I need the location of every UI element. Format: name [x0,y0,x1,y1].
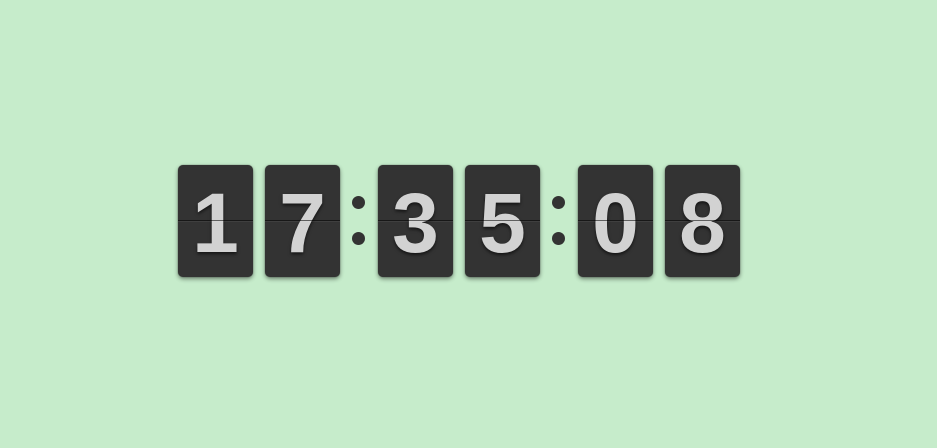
minute-tens-card: 3 [378,165,453,277]
minute-tens-digit: 3 [392,176,439,270]
hour-ones-card: 7 [265,165,340,277]
minute-ones-digit: 5 [479,176,526,270]
colon-dot [352,232,365,245]
colon-separator [540,165,578,277]
second-tens-digit: 0 [592,176,639,270]
card-hinge-line [265,220,340,221]
hour-ones-digit: 7 [279,176,326,270]
minute-ones-card: 5 [465,165,540,277]
card-hinge-line [578,220,653,221]
card-hinge-line [378,220,453,221]
colon-dot [552,196,565,209]
second-ones-digit: 8 [679,176,726,270]
card-hinge-line [465,220,540,221]
second-ones-card: 8 [665,165,740,277]
hour-tens-card: 1 [178,165,253,277]
second-tens-card: 0 [578,165,653,277]
card-hinge-line [665,220,740,221]
colon-separator [340,165,378,277]
flip-clock: 1 7 3 5 0 8 [178,165,740,277]
colon-dot [552,232,565,245]
hour-tens-digit: 1 [192,176,239,270]
colon-dot [352,196,365,209]
card-hinge-line [178,220,253,221]
